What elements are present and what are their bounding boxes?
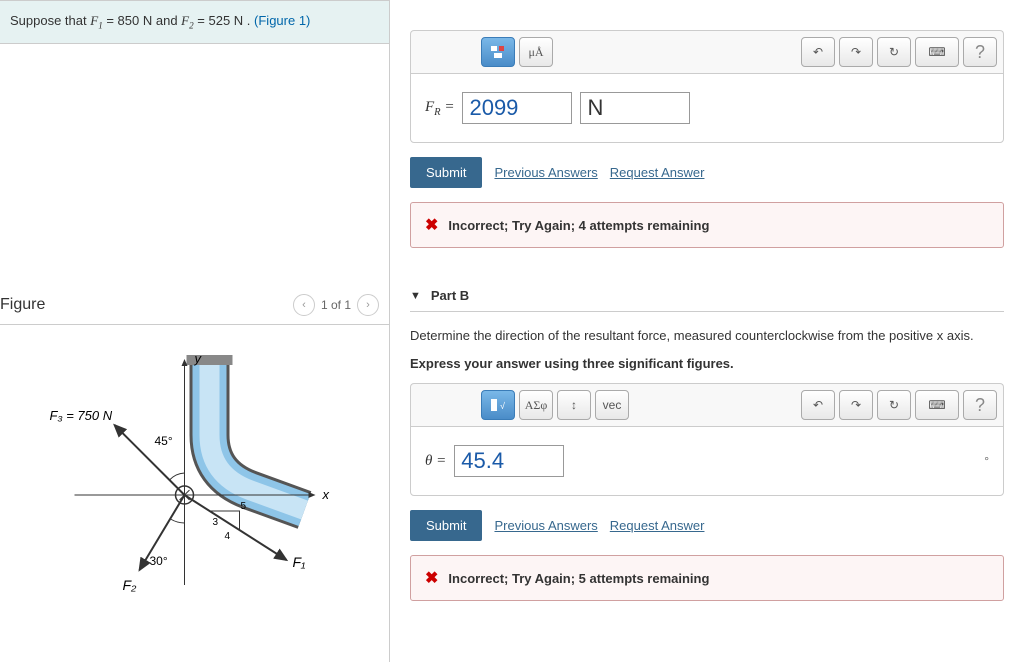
part-b-header[interactable]: ▼ Part B [410, 278, 1004, 312]
figure-nav: ‹ 1 of 1 › [293, 294, 379, 316]
answer-box-a: FR = [410, 73, 1004, 143]
feedback-b: ✖ Incorrect; Try Again; 5 attempts remai… [410, 555, 1004, 601]
figure-link[interactable]: (Figure 1) [254, 13, 310, 28]
feedback-text-b: Incorrect; Try Again; 5 attempts remaini… [448, 571, 709, 586]
part-b-title: Part B [431, 288, 469, 303]
request-answer-link-b[interactable]: Request Answer [610, 518, 705, 533]
keyboard-button-b[interactable]: ⌨ [915, 390, 959, 420]
format-button[interactable] [481, 37, 515, 67]
degree-symbol: ° [984, 454, 989, 468]
previous-answers-link-b[interactable]: Previous Answers [494, 518, 597, 533]
redo-button[interactable]: ↷ [839, 37, 873, 67]
svg-text:x: x [322, 487, 330, 502]
svg-text:4: 4 [225, 531, 231, 542]
submit-button-a[interactable]: Submit [410, 157, 482, 188]
figure-title: Figure [0, 296, 45, 314]
figure-next-button[interactable]: › [357, 294, 379, 316]
feedback-text-a: Incorrect; Try Again; 4 attempts remaini… [448, 218, 709, 233]
x-icon-b: ✖ [425, 568, 438, 588]
fr-value-input[interactable] [462, 92, 572, 124]
problem-statement: Suppose that F1 = 850 N and F2 = 525 N .… [0, 0, 389, 44]
figure-prev-button[interactable]: ‹ [293, 294, 315, 316]
part-b-instruction1: Determine the direction of the resultant… [410, 326, 1004, 346]
svg-text:3: 3 [213, 517, 219, 528]
right-panel: μÅ ↶ ↷ ↻ ⌨ ? FR = Submit Previous Answer… [390, 0, 1024, 662]
help-button[interactable]: ? [963, 37, 997, 67]
updown-button[interactable]: ↕ [557, 390, 591, 420]
part-b-instruction2: Express your answer using three signific… [410, 354, 1004, 374]
help-button-b[interactable]: ? [963, 390, 997, 420]
svg-text:5: 5 [241, 501, 247, 512]
answer-box-b: θ = ° [410, 426, 1004, 496]
theta-label: θ = [425, 453, 446, 470]
reset-button[interactable]: ↻ [877, 37, 911, 67]
x-icon: ✖ [425, 215, 438, 235]
figure-diagram: x y F₃ = 750 N 45° F₁ 5 4 3 F₂ [0, 325, 389, 605]
vec-button[interactable]: vec [595, 390, 629, 420]
keyboard-button[interactable]: ⌨ [915, 37, 959, 67]
undo-button-b[interactable]: ↶ [801, 390, 835, 420]
previous-answers-link-a[interactable]: Previous Answers [494, 165, 597, 180]
format-button-b[interactable]: √ [481, 390, 515, 420]
fr-unit-input[interactable] [580, 92, 690, 124]
svg-text:45°: 45° [155, 434, 173, 448]
reset-button-b[interactable]: ↻ [877, 390, 911, 420]
toolbar-b: √ ΑΣφ ↕ vec ↶ ↷ ↻ ⌨ ? [410, 383, 1004, 426]
fr-label: FR = [425, 99, 454, 118]
svg-text:F₃ = 750 N: F₃ = 750 N [50, 408, 113, 423]
svg-text:F₁: F₁ [293, 554, 307, 570]
part-b-answer: √ ΑΣφ ↕ vec ↶ ↷ ↻ ⌨ ? θ = ° Submit Pre [410, 383, 1004, 601]
figure-header: Figure ‹ 1 of 1 › [0, 284, 389, 325]
collapse-icon: ▼ [410, 290, 421, 302]
undo-button[interactable]: ↶ [801, 37, 835, 67]
svg-text:F₂: F₂ [123, 577, 138, 593]
svg-text:30°: 30° [150, 554, 168, 568]
greek-button[interactable]: ΑΣφ [519, 390, 553, 420]
svg-text:√: √ [500, 401, 505, 411]
request-answer-link-a[interactable]: Request Answer [610, 165, 705, 180]
submit-button-b[interactable]: Submit [410, 510, 482, 541]
figure-count: 1 of 1 [321, 298, 351, 312]
left-panel: Suppose that F1 = 850 N and F2 = 525 N .… [0, 0, 390, 662]
part-a-answer: μÅ ↶ ↷ ↻ ⌨ ? FR = Submit Previous Answer… [410, 30, 1004, 248]
feedback-a: ✖ Incorrect; Try Again; 4 attempts remai… [410, 202, 1004, 248]
toolbar-a: μÅ ↶ ↷ ↻ ⌨ ? [410, 30, 1004, 73]
units-button[interactable]: μÅ [519, 37, 553, 67]
redo-button-b[interactable]: ↷ [839, 390, 873, 420]
theta-value-input[interactable] [454, 445, 564, 477]
